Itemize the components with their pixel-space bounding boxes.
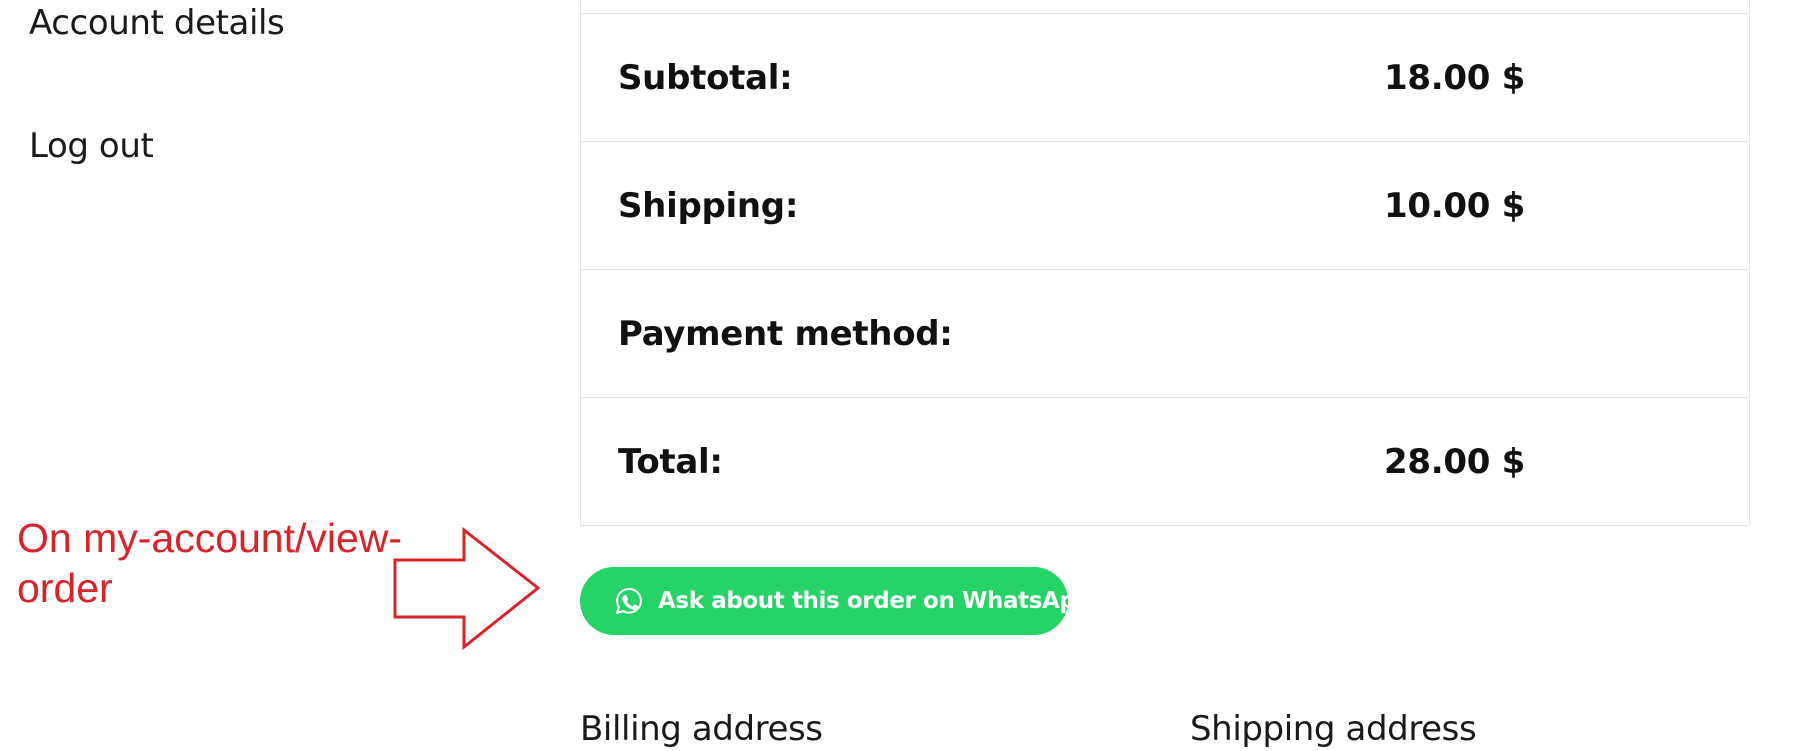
table-row-shipping: Shipping: 10.00 $ — [581, 141, 1749, 269]
table-row-payment-method: Payment method: — [581, 269, 1749, 397]
whatsapp-icon — [615, 587, 642, 615]
shipping-label: Shipping: — [618, 185, 799, 226]
table-row-previous — [581, 0, 1749, 13]
shipping-address-heading: Shipping address — [1190, 709, 1477, 749]
table-row-subtotal: Subtotal: 18.00 $ — [581, 13, 1749, 141]
subtotal-value: 18.00 $ — [1384, 57, 1525, 98]
annotation-label: On my-account/view-order — [17, 515, 403, 611]
order-totals-table: Subtotal: 18.00 $ Shipping: 10.00 $ Paym… — [580, 0, 1750, 526]
whatsapp-button-label: Ask about this order on WhatsApp — [658, 588, 1092, 614]
total-label: Total: — [618, 441, 723, 482]
whatsapp-order-button[interactable]: Ask about this order on WhatsApp — [580, 567, 1092, 635]
table-row-total: Total: 28.00 $ — [581, 397, 1749, 525]
payment-method-label: Payment method: — [618, 313, 953, 354]
annotation-arrow-icon — [393, 527, 541, 651]
billing-address-heading: Billing address — [580, 709, 823, 749]
nav-link-account-details[interactable]: Account details — [29, 3, 285, 43]
subtotal-label: Subtotal: — [618, 57, 793, 98]
nav-link-log-out[interactable]: Log out — [29, 126, 154, 166]
total-value: 28.00 $ — [1384, 441, 1525, 482]
shipping-value: 10.00 $ — [1384, 185, 1525, 226]
